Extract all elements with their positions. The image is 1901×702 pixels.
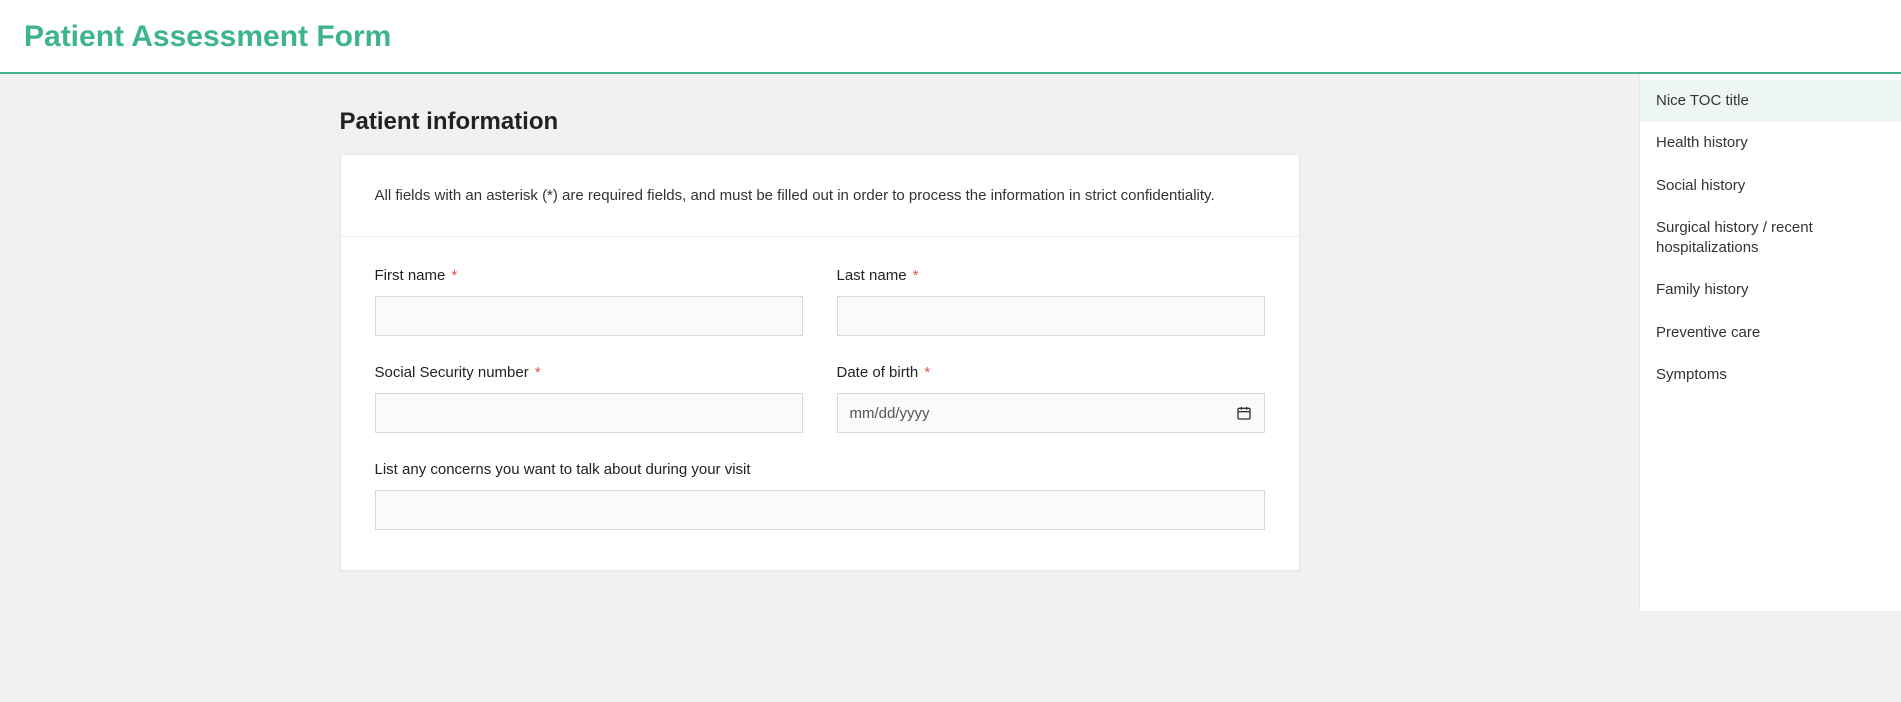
toc-item[interactable]: Surgical history / recent hospitalizatio… [1640,207,1901,270]
toc: Nice TOC titleHealth historySocial histo… [1639,74,1901,611]
required-marker: * [913,267,919,284]
form-row: Social Security number * Date of birth * [375,364,1265,433]
ssn-label: Social Security number * [375,364,803,381]
dob-input[interactable]: mm/dd/yyyy [837,393,1265,433]
toc-item[interactable]: Health history [1640,122,1901,164]
required-marker: * [452,267,458,284]
last-name-field: Last name * [837,267,1265,336]
dob-field: Date of birth * mm/dd/yyyy [837,364,1265,433]
first-name-field: First name * [375,267,803,336]
label-text: Date of birth [837,364,919,381]
last-name-label: Last name * [837,267,1265,284]
concerns-field: List any concerns you want to talk about… [375,461,1265,530]
form-card: All fields with an asterisk (*) are requ… [340,154,1300,571]
form-intro: All fields with an asterisk (*) are requ… [341,155,1299,237]
section-title: Patient information [340,108,1300,136]
first-name-label: First name * [375,267,803,284]
label-text: Social Security number [375,364,529,381]
toc-item[interactable]: Social history [1640,165,1901,207]
layout: Patient information All fields with an a… [0,74,1901,611]
main: Patient information All fields with an a… [0,74,1639,611]
required-marker: * [535,364,541,381]
concerns-input[interactable] [375,490,1265,530]
concerns-label: List any concerns you want to talk about… [375,461,1265,478]
first-name-input[interactable] [375,296,803,336]
dob-label: Date of birth * [837,364,1265,381]
page-header: Patient Assessment Form [0,0,1901,74]
toc-item[interactable]: Preventive care [1640,312,1901,354]
required-marker: * [924,364,930,381]
ssn-field: Social Security number * [375,364,803,433]
label-text: List any concerns you want to talk about… [375,461,751,478]
dob-placeholder: mm/dd/yyyy [850,405,930,422]
toc-item[interactable]: Symptoms [1640,354,1901,396]
content: Patient information All fields with an a… [340,108,1300,571]
toc-item[interactable]: Nice TOC title [1640,80,1901,122]
form-row: List any concerns you want to talk about… [375,461,1265,530]
calendar-icon [1236,405,1252,421]
toc-item[interactable]: Family history [1640,269,1901,311]
form-body: First name * Last name * [341,237,1299,570]
label-text: Last name [837,267,907,284]
last-name-input[interactable] [837,296,1265,336]
form-row: First name * Last name * [375,267,1265,336]
ssn-input[interactable] [375,393,803,433]
page-title: Patient Assessment Form [24,20,1877,54]
label-text: First name [375,267,446,284]
